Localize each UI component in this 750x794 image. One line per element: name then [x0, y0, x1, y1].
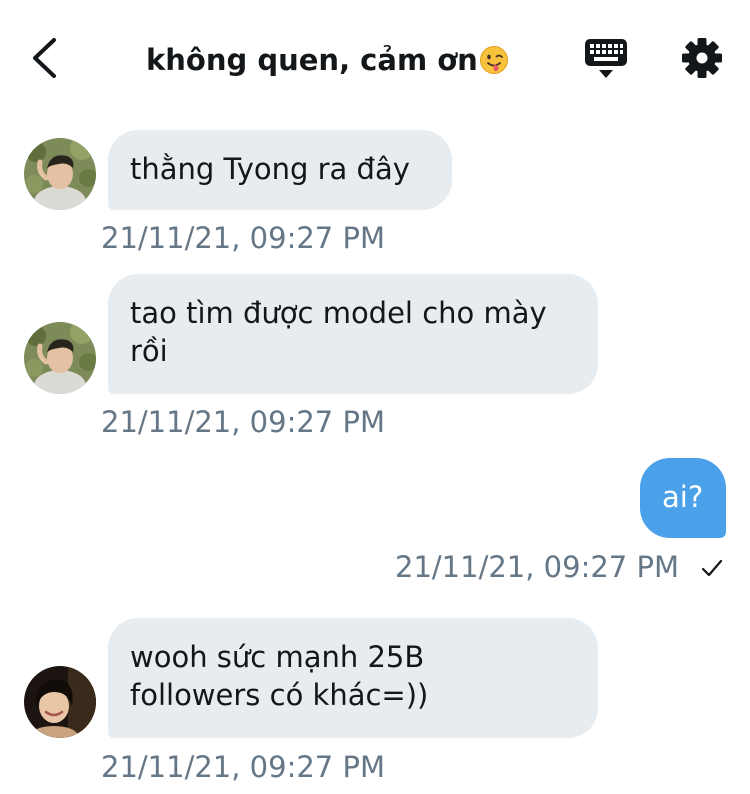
avatar-photo: [24, 138, 96, 210]
keyboard-icon: [585, 39, 627, 78]
avatar-photo: [24, 322, 96, 394]
gear-icon: [682, 38, 722, 78]
message-bubble-incoming[interactable]: thằng Tyong ra đây: [108, 130, 452, 210]
sender-avatar[interactable]: [24, 322, 96, 394]
message-timestamp: 21/11/21, 09:27 PM: [101, 405, 385, 439]
message-text-line: wooh sức mạnh 25B: [130, 640, 425, 674]
message-bubble-incoming[interactable]: tao tìm được model cho mày rồi: [108, 274, 598, 394]
message-timestamp: 21/11/21, 09:27 PM: [101, 221, 385, 255]
sender-avatar[interactable]: [24, 666, 96, 738]
message-text-line: rồi: [130, 334, 168, 368]
message-text-line: followers có khác=)): [130, 678, 429, 712]
message-bubble-outgoing[interactable]: ai?: [640, 458, 726, 538]
message-timestamp: 21/11/21, 09:27 PM: [101, 750, 385, 784]
face-with-tongue-emoji: [479, 46, 508, 74]
checkmark-icon: [701, 559, 723, 577]
avatar-photo: [24, 666, 96, 738]
message-timestamp: 21/11/21, 09:27 PM: [395, 550, 679, 584]
message-text: thằng Tyong ra đây: [130, 152, 410, 186]
sender-avatar[interactable]: [24, 138, 96, 210]
keyboard-button[interactable]: [584, 38, 628, 80]
chevron-left-icon: [33, 38, 56, 78]
message-text-line: tao tìm được model cho mày: [130, 296, 547, 330]
message-text: ai?: [662, 480, 704, 514]
settings-button[interactable]: [681, 37, 723, 79]
message-bubble-incoming[interactable]: wooh sức mạnh 25B followers có khác=)): [108, 618, 598, 738]
conversation-title-text: không quen, cảm ơn: [146, 43, 478, 77]
conversation-title: không quen, cảm ơn: [146, 38, 509, 82]
back-button[interactable]: [26, 36, 66, 80]
conversation-header: không quen, cảm ơn: [0, 0, 750, 118]
